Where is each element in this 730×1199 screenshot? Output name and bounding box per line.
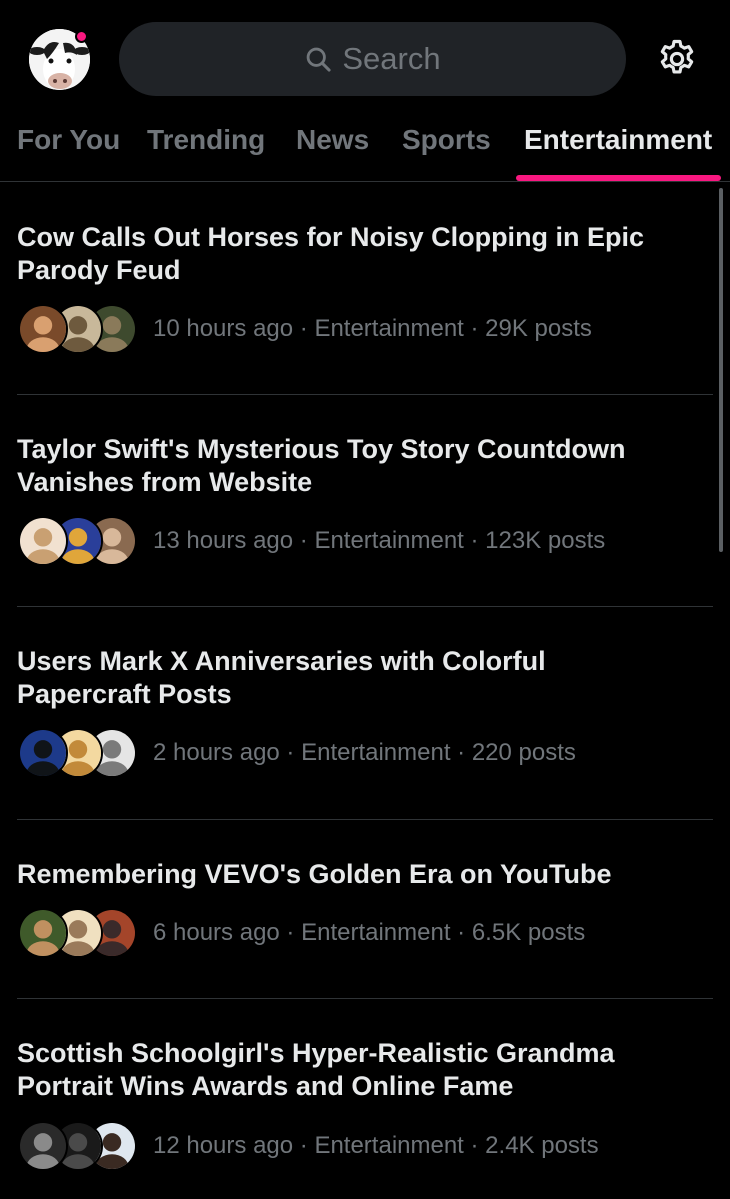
settings-button[interactable] [656,38,698,80]
trend-list: Cow Calls Out Horses for Noisy Clopping … [0,183,730,1199]
trend-meta: 2 hours ago · Entertainment · 220 posts [17,727,576,779]
user-avatar [18,908,68,958]
trend-item[interactable]: Taylor Swift's Mysterious Toy Story Coun… [17,395,713,607]
active-tab-indicator [516,175,721,181]
tab-news[interactable]: News [296,124,369,156]
trend-item[interactable]: Scottish Schoolgirl's Hyper-Realistic Gr… [17,999,713,1199]
trend-meta-text: 6 hours ago · Entertainment · 6.5K posts [153,919,586,946]
trend-avatars [17,515,137,567]
scrollbar[interactable] [719,188,723,552]
trend-meta-text: 13 hours ago · Entertainment · 123K post… [153,527,606,554]
explore-screen: Search For You Trending News Sports Ente… [0,0,730,1199]
tab-for-you[interactable]: For You [17,124,120,156]
trend-meta: 6 hours ago · Entertainment · 6.5K posts [17,907,585,959]
notification-dot [75,30,88,43]
trend-meta: 12 hours ago · Entertainment · 2.4K post… [17,1120,599,1172]
top-bar: Search [0,0,730,118]
trend-meta-text: 2 hours ago · Entertainment · 220 posts [153,739,576,766]
trend-meta-text: 12 hours ago · Entertainment · 2.4K post… [153,1132,599,1159]
trend-item[interactable]: Remembering VEVO's Golden Era on YouTube… [17,820,713,999]
gear-icon [660,39,694,74]
trend-item[interactable]: Users Mark X Anniversaries with Colorful… [17,607,713,820]
tab-entertainment[interactable]: Entertainment [524,124,712,156]
trend-meta-text: 10 hours ago · Entertainment · 29K posts [153,315,592,342]
trend-title: Cow Calls Out Horses for Noisy Clopping … [17,222,645,285]
tab-trending[interactable]: Trending [147,124,265,156]
user-avatar [18,1121,68,1171]
user-avatar [18,304,68,354]
trend-avatars [17,727,137,779]
trend-meta: 13 hours ago · Entertainment · 123K post… [17,515,605,567]
trend-avatars [17,1120,137,1172]
search-placeholder: Search [342,41,441,76]
trend-item[interactable]: Cow Calls Out Horses for Noisy Clopping … [17,183,713,395]
trend-avatars [17,907,137,959]
trend-title: Taylor Swift's Mysterious Toy Story Coun… [17,434,626,497]
trend-title: Scottish Schoolgirl's Hyper-Realistic Gr… [17,1038,615,1101]
search-bar[interactable]: Search [119,22,626,96]
explore-tabs: For You Trending News Sports Entertainme… [0,118,730,182]
trend-meta: 10 hours ago · Entertainment · 29K posts [17,303,592,355]
trend-title: Users Mark X Anniversaries with Colorful… [17,646,546,709]
user-avatar [18,516,68,566]
tab-sports[interactable]: Sports [402,124,491,156]
user-avatar [18,728,68,778]
trend-avatars [17,303,137,355]
trend-title: Remembering VEVO's Golden Era on YouTube [17,859,612,889]
search-icon [307,47,331,72]
